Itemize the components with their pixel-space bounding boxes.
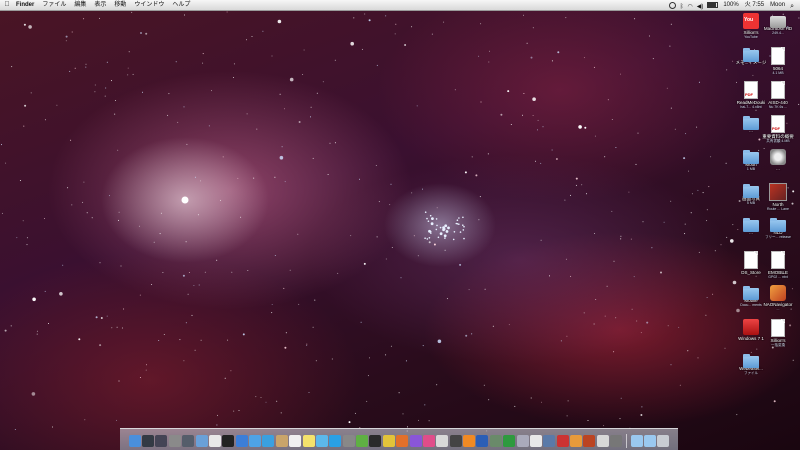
- doc-icon: [744, 251, 758, 269]
- desktop-icon-doc-emobile[interactable]: EMOBILE GP02 ... ntxt: [757, 251, 799, 279]
- dock-quicktime-icon[interactable]: [543, 435, 556, 447]
- dock-mission-control-icon[interactable]: [155, 435, 168, 447]
- desktop-icon-sublabel: ...: [776, 307, 780, 311]
- dock-mail-icon[interactable]: [195, 435, 208, 447]
- dock-activity-monitor-icon[interactable]: [369, 435, 382, 447]
- menu-finder[interactable]: Finder: [12, 0, 38, 10]
- desktop-icon-sublabel: 共有書類 4.MB: [766, 139, 790, 143]
- desktop-icon-img-north[interactable]: North Route ... Lane: [757, 183, 799, 211]
- desktop-icon-sublabel: 249.4...: [772, 31, 784, 35]
- dock-textedit-icon[interactable]: [289, 435, 302, 447]
- dock-photoshop-icon[interactable]: [583, 435, 596, 447]
- desktop-icon-app-navigator[interactable]: NAONavigator...: [757, 285, 799, 311]
- dock-skype-icon[interactable]: [329, 435, 342, 447]
- dock-firefox-icon[interactable]: [396, 435, 409, 447]
- desktop-icon-sublabel: フリー... release: [765, 235, 791, 239]
- dock-utilities-icon[interactable]: [610, 435, 623, 447]
- dock-word-icon[interactable]: [476, 435, 489, 447]
- dock-chrome-icon[interactable]: [382, 435, 395, 447]
- dock-dashboard-icon[interactable]: [142, 435, 155, 447]
- clock[interactable]: 火 7:55: [745, 0, 764, 10]
- dock-safari-icon[interactable]: [249, 435, 262, 447]
- menu-edit[interactable]: 編集: [70, 0, 90, 10]
- desktop-icon-doc-5064[interactable]: 5064 4.1 MB: [757, 47, 799, 75]
- dock-separator: [625, 434, 627, 448]
- dock-trash-icon[interactable]: [657, 435, 670, 447]
- menu-file[interactable]: ファイル: [38, 0, 70, 10]
- dock-twitter-icon[interactable]: [315, 435, 328, 447]
- dock-finder-icon[interactable]: [128, 435, 141, 447]
- dock-documents-stack-icon[interactable]: [643, 435, 656, 447]
- img-icon: [769, 183, 787, 201]
- menu-view[interactable]: 表示: [90, 0, 110, 10]
- bluetooth-icon[interactable]: ᛒ: [680, 2, 684, 10]
- doc-icon: [771, 47, 785, 65]
- dock-stickies-icon[interactable]: [302, 435, 315, 447]
- desktop-icon-sublabel: Route ... Lane: [767, 207, 789, 211]
- desktop-icon-sublabel: ファイル: [744, 371, 758, 375]
- dock: [120, 428, 678, 450]
- menu-window[interactable]: ウインドウ: [130, 0, 168, 10]
- desktop-icon-dmg-1[interactable]: ...: [757, 149, 799, 171]
- dmg-icon: [770, 149, 786, 165]
- doc-icon: [771, 319, 785, 337]
- dock-downloads-stack-icon[interactable]: [630, 435, 643, 447]
- doc-icon: [771, 251, 785, 269]
- desktop-icon-sublabel: YouTube: [744, 35, 758, 39]
- desktop-icon-sublabel: 一括変換: [771, 343, 785, 347]
- dock-app-store-icon[interactable]: [235, 435, 248, 447]
- dock-game-app-icon[interactable]: [449, 435, 462, 447]
- dock-dvd-icon[interactable]: [556, 435, 569, 447]
- wifi-icon[interactable]: ◠: [687, 2, 692, 10]
- dock-photo-app-icon[interactable]: [436, 435, 449, 447]
- dock-launchpad-icon[interactable]: [182, 435, 195, 447]
- doc-icon: [771, 81, 785, 99]
- volume-icon[interactable]: ◀): [697, 2, 704, 10]
- dock-system-preferences-icon[interactable]: [168, 435, 181, 447]
- battery-percent: 100%: [723, 2, 739, 8]
- dock-preview-icon[interactable]: [516, 435, 529, 447]
- desktop-icon-sublabel: 4.1 MB: [772, 71, 784, 75]
- wallpaper-starfield: [1, 11, 800, 432]
- pdf-icon: [744, 81, 758, 99]
- dock-terminal-icon[interactable]: [222, 435, 235, 447]
- desktop-icon-pdf-2[interactable]: 重要資料の概要共有書類 4.MB: [757, 115, 799, 143]
- desktop-icon-doc-xillion[interactable]: Xillion's 一括変換: [757, 319, 799, 347]
- spotlight-icon[interactable]: ⌕: [790, 2, 794, 10]
- pdf-icon: [771, 115, 785, 133]
- desktop-icon-folder-5[interactable]: NLD フリー... release: [757, 217, 799, 239]
- dock-address-book-icon[interactable]: [275, 435, 288, 447]
- folder-icon: [770, 218, 786, 232]
- menu-bar:  Finder ファイル 編集 表示 移動 ウインドウ ヘルプ ᛒ ◠ ◀) …: [0, 0, 800, 11]
- dock-excel-icon[interactable]: [503, 435, 516, 447]
- desktop-icon-sublabel: GP02 ... ntxt: [768, 275, 788, 279]
- dock-facetime-icon[interactable]: [489, 435, 502, 447]
- menu-extras: ᛒ ◠ ◀) 100% 火 7:55 Moon ⌕: [667, 0, 800, 10]
- menu-go[interactable]: 移動: [110, 0, 130, 10]
- dock-script-icon[interactable]: [596, 435, 609, 447]
- dock-itunes-icon[interactable]: [262, 435, 275, 447]
- timemachine-icon[interactable]: [668, 1, 676, 9]
- desktop-icon-doc-aisd[interactable]: AISD-440 Nu 7K 6s ...: [757, 81, 799, 109]
- hd-icon: [770, 16, 786, 28]
- dock-ical-2-icon[interactable]: [529, 435, 542, 447]
- desktop-icon-label: ...: [776, 166, 780, 171]
- user-name[interactable]: Moon: [770, 0, 785, 10]
- dock-flower-app-icon[interactable]: [422, 435, 435, 447]
- desktop-icon-sublabel: Nu 7K 6s ...: [768, 105, 788, 109]
- battery-icon[interactable]: [707, 2, 719, 8]
- app-icon: [770, 285, 786, 301]
- desktop-icon-folder-webeasel[interactable]: Webeasel... ファイル: [730, 353, 772, 375]
- dock-colorsync-icon[interactable]: [570, 435, 583, 447]
- desktop-icon-macintosh-hd[interactable]: Macintosh HD 249.4...: [757, 13, 799, 35]
- folder-icon: [743, 354, 759, 368]
- dock-vlc-icon[interactable]: [463, 435, 476, 447]
- dock-keychain-icon[interactable]: [342, 435, 355, 447]
- apple-menu-icon[interactable]: : [2, 0, 12, 10]
- menu-help[interactable]: ヘルプ: [168, 0, 194, 10]
- dock-ical-icon[interactable]: [208, 435, 221, 447]
- dock-evernote-icon[interactable]: [356, 435, 369, 447]
- dock-itunes-2-icon[interactable]: [409, 435, 422, 447]
